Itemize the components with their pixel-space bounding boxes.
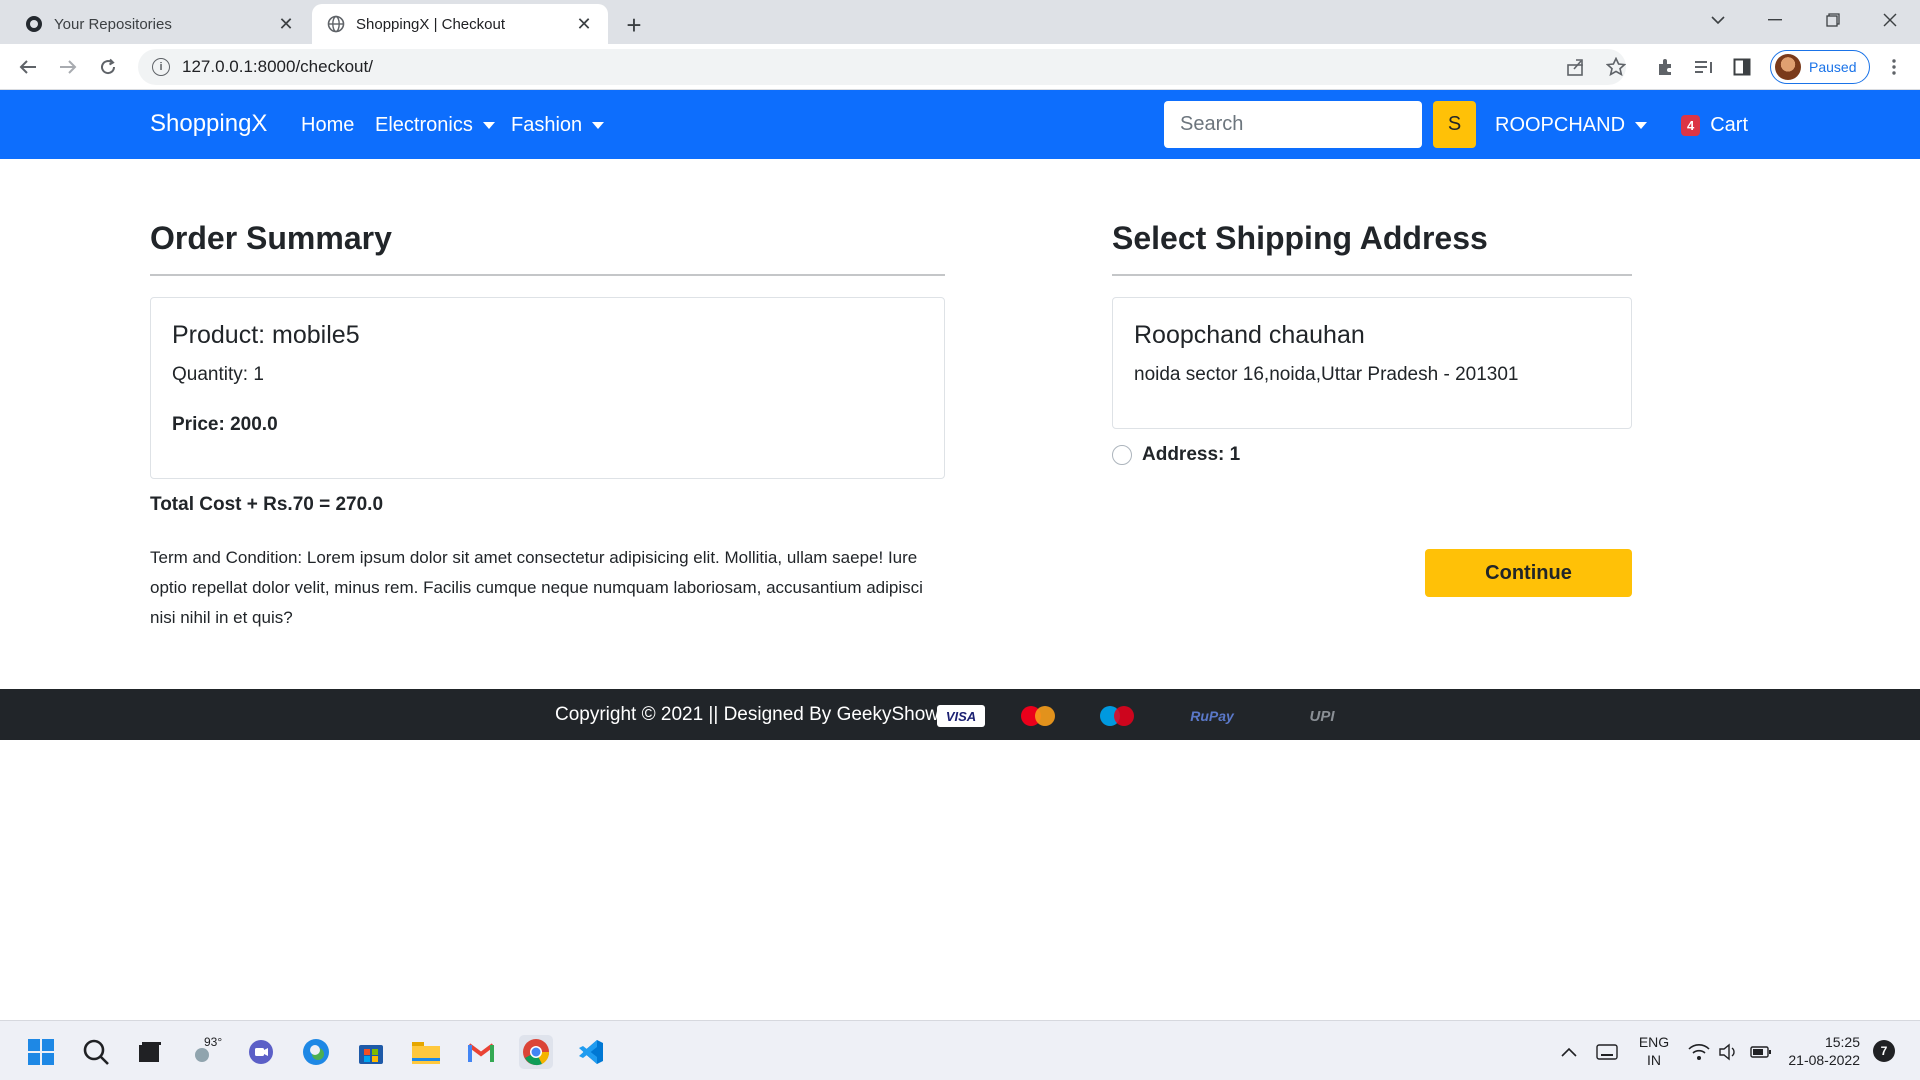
visa-logo: VISA xyxy=(937,705,985,727)
address-line: noida sector 16,noida,Uttar Pradesh - 20… xyxy=(1134,364,1519,385)
cart-link[interactable]: 4 Cart xyxy=(1681,114,1748,137)
file-explorer-icon[interactable] xyxy=(409,1035,443,1069)
close-window-icon[interactable] xyxy=(1862,0,1918,40)
clock[interactable]: 15:25 21-08-2022 xyxy=(1784,1033,1860,1069)
region-code: IN xyxy=(1647,1052,1661,1068)
url-text: 127.0.0.1:8000/checkout/ xyxy=(182,57,373,76)
site-info-icon[interactable]: i xyxy=(152,58,170,76)
mastercard-logo xyxy=(1011,705,1065,727)
share-icon[interactable] xyxy=(1560,51,1592,83)
continue-button[interactable]: Continue xyxy=(1425,549,1632,597)
address-bar[interactable]: i 127.0.0.1:8000/checkout/ xyxy=(138,49,1626,85)
nav-fashion-dropdown[interactable]: Fashion xyxy=(511,114,605,137)
caret-down-icon xyxy=(592,122,605,129)
cart-label: Cart xyxy=(1710,114,1749,136)
vscode-icon[interactable] xyxy=(574,1035,608,1069)
cart-count-badge: 4 xyxy=(1681,115,1701,136)
clock-date: 21-08-2022 xyxy=(1788,1052,1860,1068)
extensions-icon[interactable] xyxy=(1650,51,1682,83)
side-panel-icon[interactable] xyxy=(1726,51,1758,83)
search-button[interactable]: S xyxy=(1433,101,1476,148)
kebab-menu-icon[interactable] xyxy=(1878,51,1910,83)
keyboard-icon[interactable] xyxy=(1590,1035,1624,1069)
caret-down-icon xyxy=(482,122,495,129)
address-card: Roopchand chauhan noida sector 16,noida,… xyxy=(1112,297,1632,429)
product-price: Price: 200.0 xyxy=(172,414,278,435)
nav-home-label: Home xyxy=(301,114,355,136)
nav-fashion-label: Fashion xyxy=(511,114,583,136)
language-code: ENG xyxy=(1638,1034,1670,1050)
teams-chat-icon[interactable] xyxy=(244,1035,278,1069)
tab-your-repositories[interactable]: Your Repositories ✕ xyxy=(10,4,310,44)
os-taskbar: 93° ENG IN 15:25 21-08-2022 7 xyxy=(0,1020,1920,1080)
browser-toolbar: i 127.0.0.1:8000/checkout/ Paused xyxy=(0,44,1920,90)
input-language[interactable]: ENG IN xyxy=(1632,1033,1676,1069)
user-menu-dropdown[interactable]: ROOPCHAND xyxy=(1495,114,1648,137)
address-radio-label[interactable]: Address: 1 xyxy=(1142,444,1240,466)
github-icon xyxy=(24,14,44,34)
back-arrow-icon[interactable] xyxy=(12,51,44,83)
product-quantity: Quantity: 1 xyxy=(172,364,264,385)
tab-checkout[interactable]: ShoppingX | Checkout ✕ xyxy=(312,4,608,44)
divider xyxy=(150,274,945,276)
close-tab-icon[interactable]: ✕ xyxy=(574,14,594,34)
address-radio[interactable] xyxy=(1112,445,1132,465)
nav-home[interactable]: Home xyxy=(301,114,354,137)
avatar xyxy=(1775,54,1801,80)
minimize-icon[interactable] xyxy=(1747,0,1803,40)
reading-list-icon[interactable] xyxy=(1688,51,1720,83)
profile-status: Paused xyxy=(1809,59,1857,75)
site-navbar: ShoppingX Home Electronics Fashion S ROO… xyxy=(0,90,1920,159)
task-view-icon[interactable] xyxy=(133,1035,167,1069)
globe-icon xyxy=(326,14,346,34)
edge-browser-icon[interactable] xyxy=(299,1035,333,1069)
total-cost: Total Cost + Rs.70 = 270.0 xyxy=(150,494,384,515)
tab-title: ShoppingX | Checkout xyxy=(356,15,505,33)
nav-electronics-label: Electronics xyxy=(375,114,473,136)
close-tab-icon[interactable]: ✕ xyxy=(276,14,296,34)
divider xyxy=(1112,274,1632,276)
clock-time: 15:25 xyxy=(1824,1034,1860,1050)
notification-badge[interactable]: 7 xyxy=(1873,1040,1895,1062)
tray-chevron-up-icon[interactable] xyxy=(1552,1035,1586,1069)
forward-arrow-icon[interactable] xyxy=(52,51,84,83)
nav-electronics-dropdown[interactable]: Electronics xyxy=(375,114,495,137)
footer-copyright: Copyright © 2021 || Designed By GeekySho… xyxy=(555,704,964,725)
battery-icon[interactable] xyxy=(1744,1035,1778,1069)
terms-and-conditions: Term and Condition: Lorem ipsum dolor si… xyxy=(150,548,923,627)
upi-logo: UPI xyxy=(1309,707,1335,725)
chrome-icon[interactable] xyxy=(519,1035,553,1069)
wifi-icon[interactable] xyxy=(1682,1035,1716,1069)
shipping-heading: Select Shipping Address xyxy=(1112,220,1488,256)
order-summary-heading: Order Summary xyxy=(150,220,392,256)
caret-down-icon xyxy=(1635,122,1648,129)
new-tab-button[interactable]: + xyxy=(618,9,650,41)
restore-icon[interactable] xyxy=(1805,0,1861,40)
product-name: Product: mobile5 xyxy=(172,321,360,349)
profile-button[interactable]: Paused xyxy=(1770,50,1870,84)
maestro-logo xyxy=(1090,705,1144,727)
order-item-card: Product: mobile5 Quantity: 1 Price: 200.… xyxy=(150,297,945,479)
search-icon[interactable] xyxy=(79,1035,113,1069)
store-icon[interactable] xyxy=(354,1035,388,1069)
recipient-name: Roopchand chauhan xyxy=(1134,321,1365,349)
volume-icon[interactable] xyxy=(1712,1035,1746,1069)
brand-logo[interactable]: ShoppingX xyxy=(150,110,267,138)
weather-temp: 93° xyxy=(204,1035,223,1049)
tab-search-chevron-icon[interactable] xyxy=(1690,0,1746,40)
user-name: ROOPCHAND xyxy=(1495,114,1626,136)
tab-title: Your Repositories xyxy=(54,15,172,33)
windows-start-icon[interactable] xyxy=(24,1035,58,1069)
bookmark-star-icon[interactable] xyxy=(1600,51,1632,83)
rupay-logo: RuPay xyxy=(1190,708,1234,724)
reload-icon[interactable] xyxy=(92,51,124,83)
search-input[interactable] xyxy=(1164,101,1422,148)
gmail-icon[interactable] xyxy=(464,1035,498,1069)
site-footer: Copyright © 2021 || Designed By GeekySho… xyxy=(0,689,1920,740)
browser-tabstrip: Your Repositories ✕ ShoppingX | Checkout… xyxy=(0,0,1920,44)
